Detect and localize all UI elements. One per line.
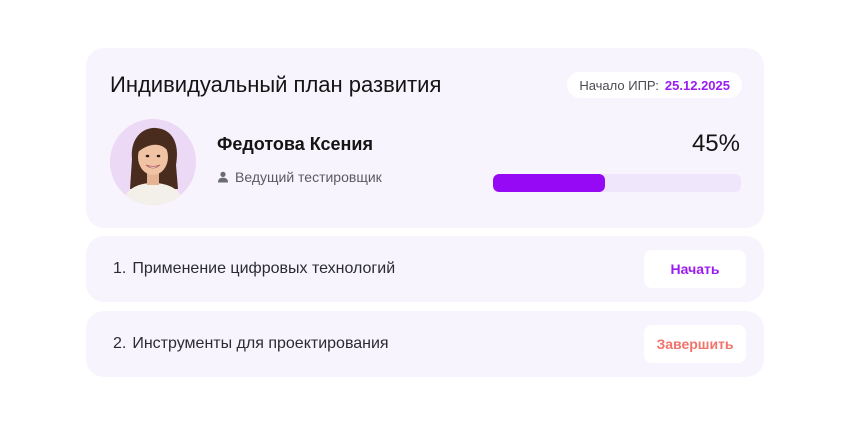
avatar: [110, 119, 196, 205]
progress-bar-fill: [493, 174, 605, 192]
start-task-button[interactable]: Начать: [644, 250, 746, 288]
progress-percent: 45%: [691, 130, 740, 157]
task-number: 1.: [113, 260, 127, 277]
start-date-value: 25.12.2025: [664, 77, 730, 93]
task-title: 2. Инструменты для проектирования: [113, 335, 389, 353]
employee-role-label: Ведущий тестировщик: [235, 169, 382, 185]
progress-bar: [493, 174, 741, 192]
employee-role: Ведущий тестировщик: [217, 169, 382, 185]
start-date-label: Начало ИПР:: [579, 77, 659, 93]
plan-header-card: Индивидуальный план развития Начало ИПР:…: [86, 48, 764, 228]
user-icon: [217, 171, 229, 183]
task-row: 1. Применение цифровых технологий Начать: [86, 236, 764, 302]
ipr-widget: Индивидуальный план развития Начало ИПР:…: [0, 0, 850, 425]
task-title: 1. Применение цифровых технологий: [113, 260, 395, 278]
employee-name: Федотова Ксения: [217, 134, 373, 154]
avatar-photo: [110, 119, 196, 205]
task-name: Инструменты для проектирования: [132, 335, 389, 352]
task-number: 2.: [113, 335, 127, 352]
page-title: Индивидуальный план развития: [110, 72, 442, 97]
task-row: 2. Инструменты для проектирования Заверш…: [86, 311, 764, 377]
start-date-badge: Начало ИПР: 25.12.2025: [567, 72, 742, 98]
task-name: Применение цифровых технологий: [132, 260, 396, 277]
finish-task-button[interactable]: Завершить: [644, 325, 746, 363]
